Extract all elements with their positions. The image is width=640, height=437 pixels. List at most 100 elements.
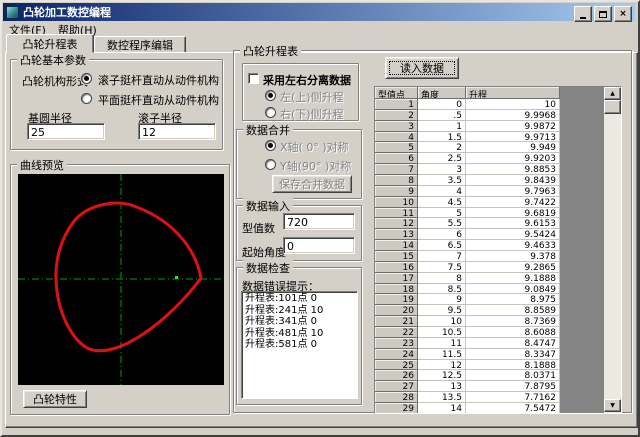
- table-cell[interactable]: 2.5: [418, 153, 466, 164]
- table-cell[interactable]: 8: [375, 175, 418, 186]
- table-row[interactable]: 104.59.7422: [375, 197, 621, 208]
- table-cell[interactable]: 6.5: [418, 240, 466, 251]
- table-cell[interactable]: 14: [375, 240, 418, 251]
- table-cell[interactable]: 9.9203: [466, 153, 560, 164]
- close-button[interactable]: ×: [614, 6, 632, 22]
- table-cell[interactable]: 9.378: [466, 251, 560, 262]
- table-cell[interactable]: 9.2865: [466, 262, 560, 273]
- table-cell[interactable]: 6: [418, 229, 466, 240]
- table-cell[interactable]: 10: [466, 99, 560, 110]
- table-cell[interactable]: 9: [418, 294, 466, 305]
- table-row[interactable]: 83.59.8439: [375, 175, 621, 186]
- table-cell[interactable]: 9.0849: [466, 284, 560, 295]
- table-cell[interactable]: 20: [375, 305, 418, 316]
- table-cell[interactable]: 9.4633: [466, 240, 560, 251]
- table-row[interactable]: 949.7963: [375, 186, 621, 197]
- table-cell[interactable]: 21: [375, 316, 418, 327]
- radio-roller-follower-label[interactable]: 滚子挺杆直动从动件机构: [98, 72, 219, 88]
- radio-flat-follower-label[interactable]: 平面挺杆直动从动件机构: [98, 92, 219, 108]
- table-cell[interactable]: 9.9713: [466, 132, 560, 143]
- table-cell[interactable]: 3: [375, 121, 418, 132]
- table-cell[interactable]: 8.0371: [466, 370, 560, 381]
- table-cell[interactable]: 9.5424: [466, 229, 560, 240]
- table-row[interactable]: 41.59.9713: [375, 132, 621, 143]
- table-cell[interactable]: 8.1888: [466, 360, 560, 371]
- list-item[interactable]: 升程表:341点 0: [245, 316, 357, 328]
- list-item[interactable]: 升程表:101点 0: [245, 293, 357, 305]
- table-row[interactable]: 1010: [375, 99, 621, 110]
- table-cell[interactable]: 2: [418, 142, 466, 153]
- table-cell[interactable]: 9.9968: [466, 110, 560, 121]
- table-row[interactable]: 23118.4747: [375, 338, 621, 349]
- table-cell[interactable]: 0: [418, 99, 466, 110]
- read-data-button[interactable]: 读入数据: [385, 57, 459, 79]
- table-cell[interactable]: 8.3347: [466, 349, 560, 360]
- lift-table[interactable]: 型值点 角度 升程 10102.59.9968319.987241.59.971…: [374, 86, 622, 414]
- error-listbox[interactable]: 升程表:101点 0升程表:241点 10升程表:341点 0升程表:481点 …: [241, 291, 358, 399]
- table-row[interactable]: 1159.6819: [375, 208, 621, 219]
- table-cell[interactable]: 17: [375, 273, 418, 284]
- table-cell[interactable]: 8.5: [418, 284, 466, 295]
- table-row[interactable]: 167.59.2865: [375, 262, 621, 273]
- split-data-checkbox[interactable]: [248, 73, 259, 84]
- table-cell[interactable]: 15: [375, 251, 418, 262]
- table-cell[interactable]: 8.8589: [466, 305, 560, 316]
- base-radius-input[interactable]: 25: [27, 123, 105, 140]
- table-cell[interactable]: 12: [375, 218, 418, 229]
- table-cell[interactable]: 10.5: [418, 327, 466, 338]
- table-cell[interactable]: 6: [375, 153, 418, 164]
- table-cell[interactable]: 22: [375, 327, 418, 338]
- table-cell[interactable]: 1: [375, 99, 418, 110]
- table-cell[interactable]: 14: [418, 403, 466, 414]
- table-cell[interactable]: 27: [375, 381, 418, 392]
- table-cell[interactable]: 8.975: [466, 294, 560, 305]
- roller-radius-input[interactable]: 12: [138, 123, 216, 140]
- table-row[interactable]: 529.949: [375, 142, 621, 153]
- cam-feature-button[interactable]: 凸轮特性: [23, 390, 87, 408]
- table-cell[interactable]: 9.8439: [466, 175, 560, 186]
- radio-roller-follower[interactable]: [81, 73, 92, 84]
- table-cell[interactable]: 23: [375, 338, 418, 349]
- table-cell[interactable]: 24: [375, 349, 418, 360]
- table-row[interactable]: 319.9872: [375, 121, 621, 132]
- table-cell[interactable]: 9.6819: [466, 208, 560, 219]
- start-angle-input[interactable]: 0: [283, 237, 355, 254]
- table-cell[interactable]: 8.4747: [466, 338, 560, 349]
- tab-nc-program[interactable]: 数控程序编辑: [94, 36, 186, 53]
- table-row[interactable]: 2612.58.0371: [375, 370, 621, 381]
- table-cell[interactable]: 7.7162: [466, 392, 560, 403]
- table-cell[interactable]: 10: [418, 316, 466, 327]
- title-bar[interactable]: 凸轮加工数控编程 ×: [3, 3, 635, 21]
- table-cell[interactable]: 9.6153: [466, 218, 560, 229]
- maximize-button[interactable]: [594, 6, 612, 22]
- table-cell[interactable]: 13: [418, 381, 466, 392]
- table-cell[interactable]: 16: [375, 262, 418, 273]
- list-item[interactable]: 升程表:481点 10: [245, 328, 357, 340]
- table-cell[interactable]: 5: [418, 208, 466, 219]
- table-cell[interactable]: 9.9872: [466, 121, 560, 132]
- table-cell[interactable]: 9.5: [418, 305, 466, 316]
- table-cell[interactable]: 9.7422: [466, 197, 560, 208]
- table-cell[interactable]: 28: [375, 392, 418, 403]
- table-cell[interactable]: 19: [375, 294, 418, 305]
- table-row[interactable]: 739.8853: [375, 164, 621, 175]
- table-cell[interactable]: 1.5: [418, 132, 466, 143]
- table-cell[interactable]: 7: [418, 251, 466, 262]
- table-cell[interactable]: 5.5: [418, 218, 466, 229]
- list-item[interactable]: 升程表:241点 10: [245, 305, 357, 317]
- table-cell[interactable]: 12.5: [418, 370, 466, 381]
- table-row[interactable]: 29147.5472: [375, 403, 621, 414]
- table-cell[interactable]: 9.1888: [466, 273, 560, 284]
- table-cell[interactable]: 10: [375, 197, 418, 208]
- split-data-checkbox-label[interactable]: 采用左右分离数据: [263, 72, 351, 88]
- table-cell[interactable]: 11: [375, 208, 418, 219]
- table-cell[interactable]: 11: [418, 338, 466, 349]
- table-cell[interactable]: 9: [375, 186, 418, 197]
- table-cell[interactable]: 8: [418, 273, 466, 284]
- table-cell[interactable]: 7.5: [418, 262, 466, 273]
- table-row[interactable]: 209.58.8589: [375, 305, 621, 316]
- type-count-input[interactable]: 720: [283, 213, 355, 230]
- table-cell[interactable]: 4: [418, 186, 466, 197]
- table-row[interactable]: 188.59.0849: [375, 284, 621, 295]
- table-row[interactable]: 1998.975: [375, 294, 621, 305]
